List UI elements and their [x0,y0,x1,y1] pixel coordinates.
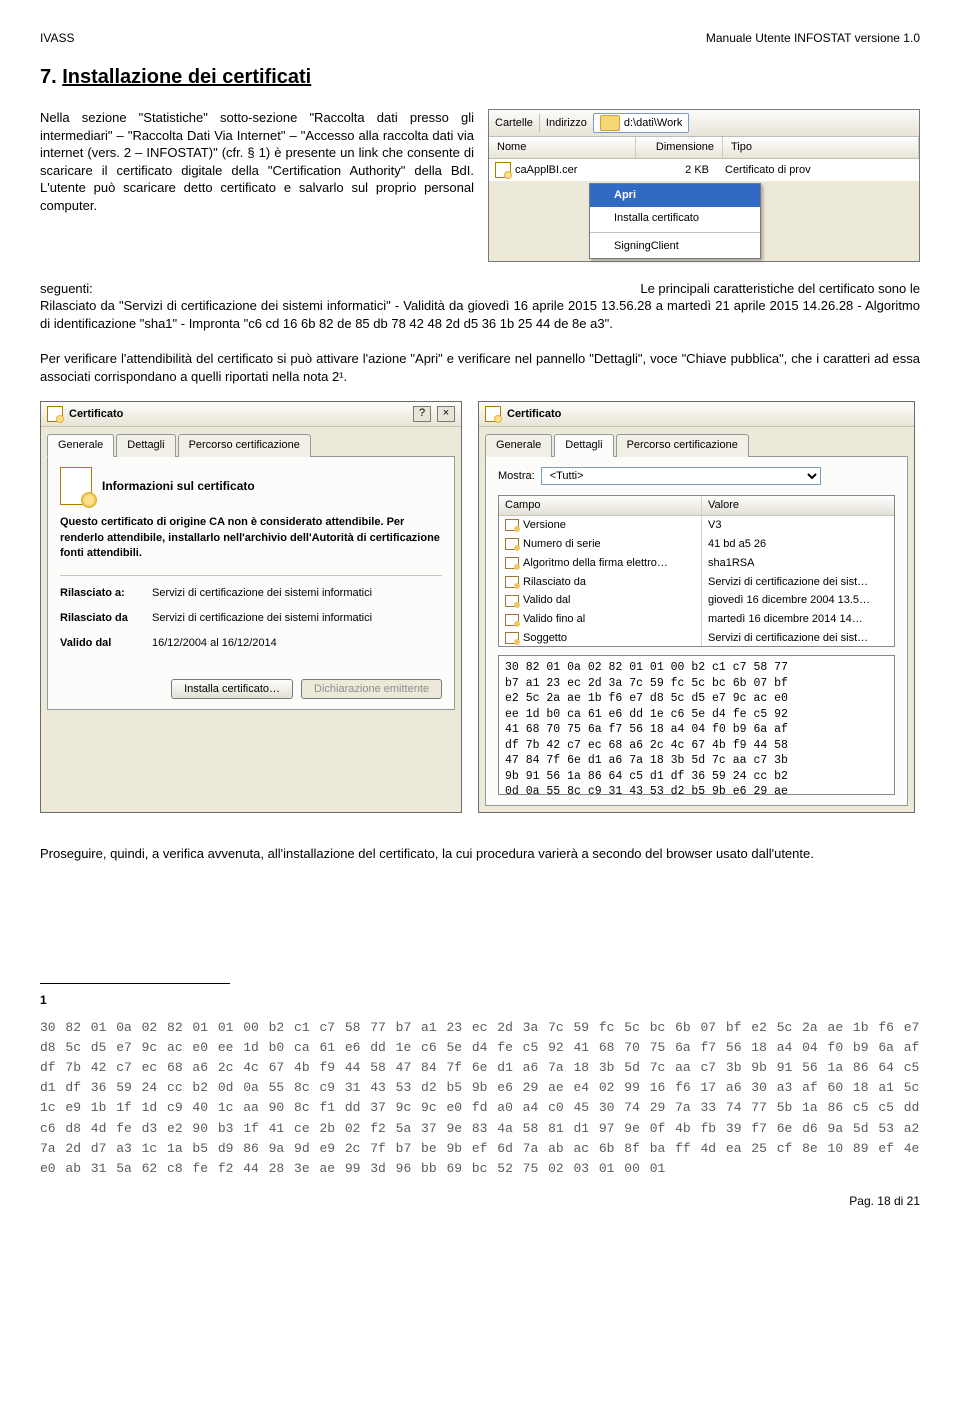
file-explorer-window: Cartelle Indirizzo d:\dati\Work Nome Dim… [488,109,920,261]
grid-row[interactable]: Valido dalgiovedì 16 dicembre 2004 13.5… [499,591,894,610]
address-label: Indirizzo [546,116,587,131]
install-certificate-button[interactable]: Installa certificato… [171,679,293,699]
help-icon[interactable]: ? [413,406,431,422]
header-right: Manuale Utente INFOSTAT versione 1.0 [706,30,920,46]
tab-generale[interactable]: Generale [485,434,552,457]
characteristics-body: Rilasciato da "Servizi di certificazione… [40,297,920,332]
grid-row[interactable]: Valido fino almartedì 16 dicembre 2014 1… [499,610,894,629]
grid-row[interactable]: Numero di serie41 bd a5 26 [499,535,894,554]
seguenti-label: seguenti: [40,280,93,298]
grid-row[interactable]: VersioneV3 [499,516,894,535]
characteristics-lead: Le principali caratteristiche del certif… [93,280,920,298]
warning-text: Questo certificato di origine CA non è c… [60,515,442,561]
certificate-icon [47,406,63,422]
grid-row[interactable]: SoggettoServizi di certificazione dei si… [499,629,894,647]
certificate-icon [495,162,511,178]
label-rilasciato-da: Rilasciato da [60,611,152,626]
verify-paragraph: Per verificare l'attendibilità del certi… [40,350,920,385]
context-menu: Apri Installa certificato SigningClient [589,183,761,259]
close-icon[interactable]: × [437,406,455,422]
page-header: IVASS Manuale Utente INFOSTAT versione 1… [40,30,920,46]
col-tipo[interactable]: Tipo [723,137,919,158]
menu-item-signing[interactable]: SigningClient [590,235,760,258]
value-rilasciato-da: Servizi di certificazione dei sistemi in… [152,611,372,626]
tab-dettagli[interactable]: Dettagli [116,434,175,457]
folders-button[interactable]: Cartelle [495,116,533,131]
grid-row[interactable]: Algoritmo della firma elettro…sha1RSA [499,554,894,573]
intro-paragraph: Nella sezione "Statistiche" sotto-sezion… [40,109,474,261]
field-icon [505,576,519,588]
mostra-select[interactable]: <Tutti> [541,467,821,485]
folder-icon [600,115,620,131]
tab-percorso[interactable]: Percorso certificazione [616,434,749,457]
tab-dettagli[interactable]: Dettagli [554,434,613,457]
page-footer: Pag. 18 di 21 [40,1193,920,1209]
dialog-title: Certificato [507,407,561,422]
certificate-dialog-general: Certificato ? × Generale Dettagli Percor… [40,401,462,813]
header-left: IVASS [40,30,74,46]
column-headers: Nome Dimensione Tipo [489,137,919,159]
details-grid: Campo Valore VersioneV3Numero di serie41… [498,495,895,647]
field-icon [505,538,519,550]
hex-dump: 30 82 01 0a 02 82 01 01 00 b2 c1 c7 58 7… [498,655,895,795]
col-nome[interactable]: Nome [489,137,636,158]
footnote-number: 1 [40,992,920,1008]
address-field[interactable]: d:\dati\Work [593,113,690,133]
certificate-icon [60,467,92,505]
menu-item-installa[interactable]: Installa certificato [590,207,760,230]
label-rilasciato-a: Rilasciato a: [60,586,152,601]
grid-row[interactable]: Rilasciato daServizi di certificazione d… [499,573,894,592]
mostra-label: Mostra: [498,469,535,484]
info-heading: Informazioni sul certificato [102,478,255,494]
certificate-dialog-details: Certificato Generale Dettagli Percorso c… [478,401,915,813]
value-valido: 16/12/2004 al 16/12/2014 [152,636,277,651]
closing-paragraph: Proseguire, quindi, a verifica avvenuta,… [40,845,920,863]
field-icon [505,519,519,531]
col-campo[interactable]: Campo [499,496,702,515]
page-title: 7. Installazione dei certificati [40,64,920,91]
field-icon [505,557,519,569]
col-valore[interactable]: Valore [702,496,894,515]
tab-generale[interactable]: Generale [47,434,114,457]
file-row[interactable]: caApplBI.cer 2 KB Certificato di prov [489,159,919,181]
label-valido: Valido dal [60,636,152,651]
footnote-hex: 30 82 01 0a 02 82 01 01 00 b2 c1 c7 58 7… [40,1018,920,1179]
menu-item-apri[interactable]: Apri [590,184,760,207]
certificate-icon [485,406,501,422]
field-icon [505,595,519,607]
col-dimensione[interactable]: Dimensione [636,137,723,158]
field-icon [505,632,519,644]
issuer-statement-button: Dichiarazione emittente [301,679,442,699]
field-icon [505,614,519,626]
tab-percorso[interactable]: Percorso certificazione [178,434,311,457]
footnote-separator [40,983,230,984]
dialog-title: Certificato [69,407,123,422]
value-rilasciato-a: Servizi di certificazione dei sistemi in… [152,586,372,601]
